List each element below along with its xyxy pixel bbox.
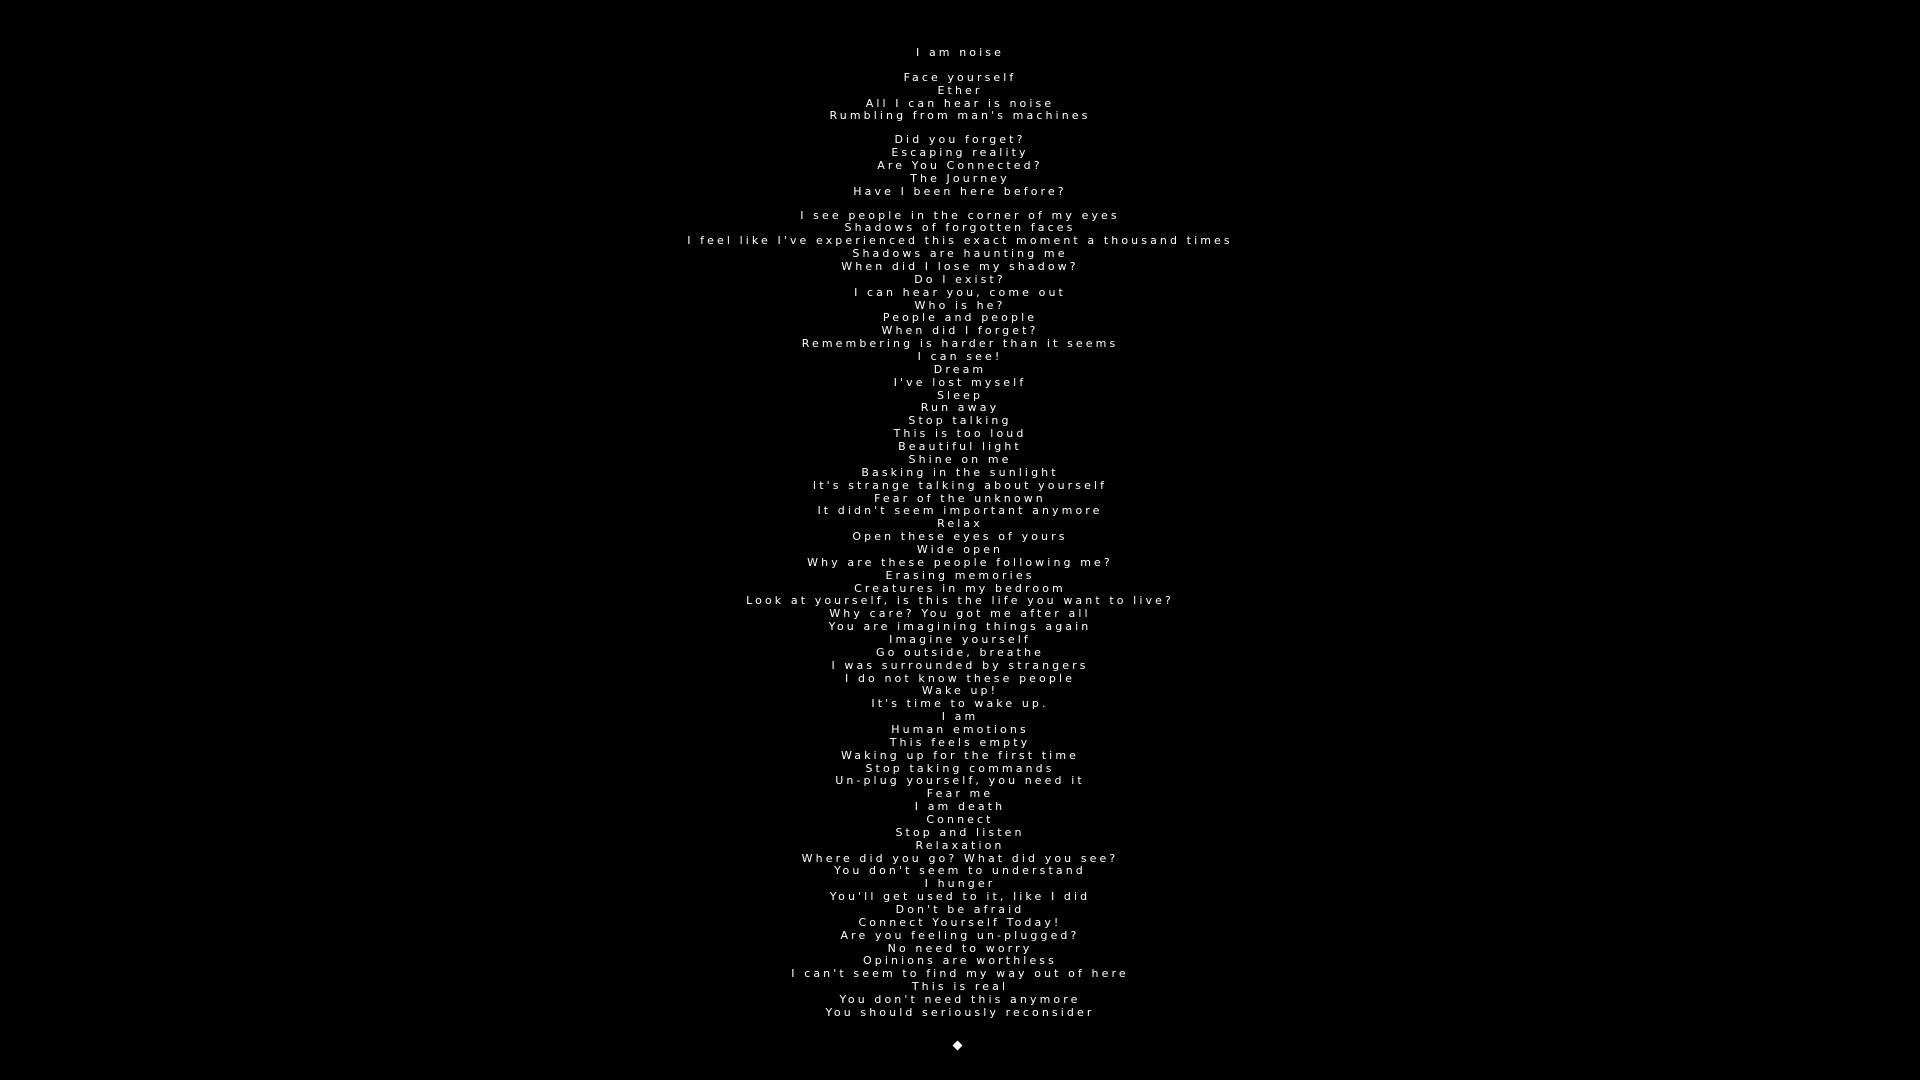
text-line: Human emotions xyxy=(891,722,1029,736)
text-line: Erasing memories xyxy=(885,568,1035,582)
text-line: You don't need this anymore xyxy=(839,993,1081,1007)
text-line: Are you feeling un-plugged? xyxy=(840,928,1080,942)
text-group: Face yourself Ether All I can hear is nois… xyxy=(0,70,1920,123)
text-line: I can hear you, come out xyxy=(854,285,1066,299)
text-line: Rumbling from man's machines xyxy=(829,109,1091,123)
text-line: The Journey xyxy=(910,171,1010,185)
text-line: Don't be afraid xyxy=(895,903,1025,916)
text-line: Imagine yourself xyxy=(889,632,1031,646)
text-line: I've lost myself xyxy=(893,375,1027,389)
text-line: Open these eyes of yours xyxy=(852,530,1068,544)
text-line: Connect xyxy=(926,812,994,826)
text-group: I see people in the corner of my eyes Sha… xyxy=(0,209,1920,1020)
text-line: Stop and listen xyxy=(895,825,1025,839)
text-line: Do I exist? xyxy=(914,272,1006,286)
text-line: I can see! xyxy=(917,350,1003,364)
text-line: You should seriously reconsider xyxy=(825,1005,1095,1019)
text-line: Go outside, breathe xyxy=(875,645,1045,659)
diamond-cursor-icon xyxy=(952,1040,963,1051)
text-line: Connect Yourself Today! xyxy=(858,915,1062,929)
scrolling-text-column: I am noise Face yourself Ether All I can he… xyxy=(0,46,1920,1031)
text-line: Dream xyxy=(933,362,987,376)
text-line: Waking up for the first time xyxy=(840,748,1080,762)
text-line: Ether xyxy=(937,83,983,97)
text-line: Why are these people following me? xyxy=(807,555,1113,569)
text-line: Relaxation xyxy=(915,838,1005,852)
text-line: I am noise xyxy=(916,46,1004,59)
text-line: Have I been here before? xyxy=(853,184,1067,198)
text-line: Face yourself xyxy=(903,70,1017,84)
text-line: Shine on me xyxy=(908,452,1012,466)
text-line: This feels empty xyxy=(889,735,1031,749)
text-line: Wide open xyxy=(916,542,1004,556)
text-line: When did I lose my shadow? xyxy=(841,260,1079,274)
text-line: Basking in the sunlight xyxy=(861,465,1059,479)
text-group: Did you forget? Escaping reality Are You C… xyxy=(0,133,1920,198)
text-group: I am noise xyxy=(0,46,1920,60)
text-line: Beautiful light xyxy=(898,440,1022,454)
text-line: I was surrounded by strangers xyxy=(831,658,1089,672)
text-line: Are You Connected? xyxy=(877,159,1043,173)
text-line: It's strange talking about yourself xyxy=(812,478,1108,492)
